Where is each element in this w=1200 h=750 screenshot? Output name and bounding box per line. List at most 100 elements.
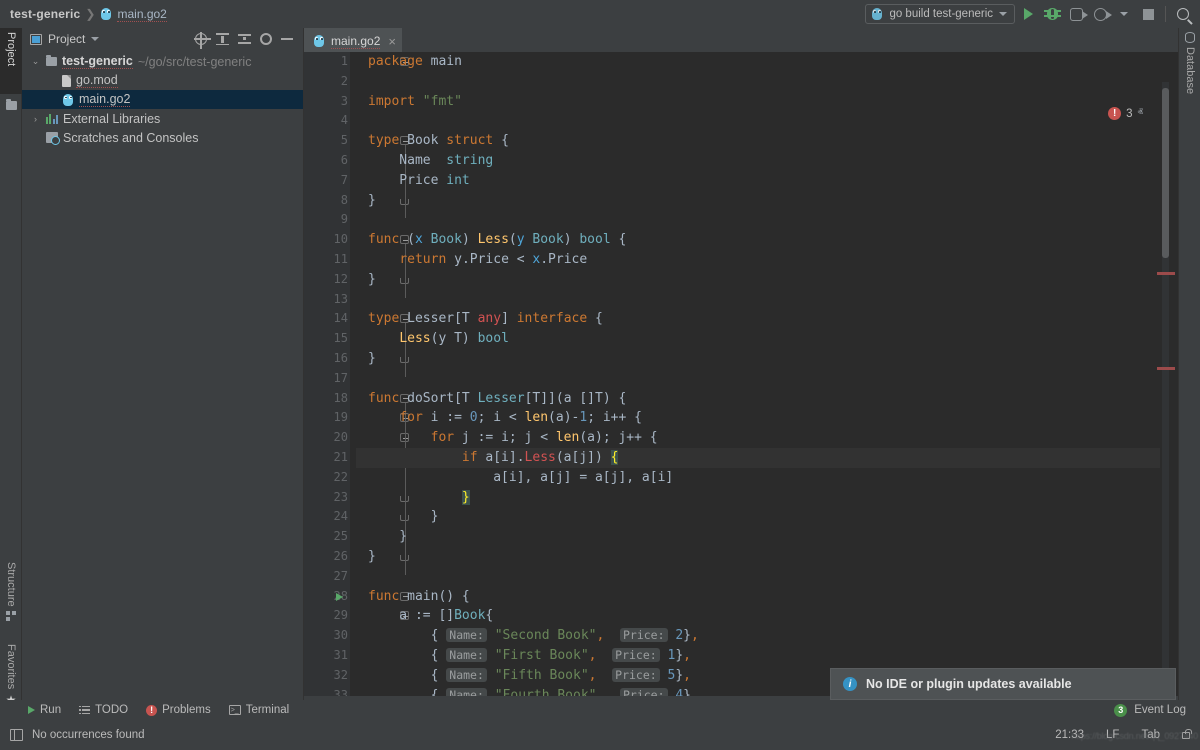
bottom-tool-strip: Run TODO ! Problems >_ Terminal 3 Event … (0, 700, 1200, 720)
hide-panel-icon[interactable] (281, 38, 293, 40)
code-line[interactable]: { Name: "Second Book", Price: 2}, (356, 626, 1160, 646)
stop-icon (1143, 9, 1154, 20)
line-number: 28 (304, 587, 356, 607)
project-folder-icon-tab[interactable] (0, 94, 22, 116)
folder-icon (46, 57, 57, 66)
code-token: a[i]. (478, 450, 525, 465)
editor-scrollbar-thumb[interactable] (1162, 88, 1169, 258)
tree-item-main-go2[interactable]: main.go2 (22, 90, 303, 109)
gear-icon[interactable] (260, 33, 272, 45)
code-line[interactable]: { Name: "First Book", Price: 1}, (356, 646, 1160, 666)
code-token (368, 331, 399, 346)
prev-error-icon[interactable]: ⱏ (1138, 107, 1143, 120)
code-line[interactable]: for j := i; j < len(a); j++ { (356, 428, 1160, 448)
code-line[interactable]: } (356, 507, 1160, 527)
code-token: bool (579, 232, 610, 247)
code-line[interactable]: } (356, 488, 1160, 508)
code-line[interactable]: for i := 0; i < len(a)-1; i++ { (356, 408, 1160, 428)
tree-item-go-mod[interactable]: go.mod (22, 71, 303, 90)
tool-window-todo[interactable]: TODO (79, 704, 128, 716)
tool-window-problems[interactable]: ! Problems (146, 704, 211, 716)
run-configuration-label: go build test-generic (889, 8, 993, 20)
tree-expand-arrow-icon[interactable]: › (30, 114, 41, 124)
tree-item-label: Scratches and Consoles (63, 131, 199, 145)
run-with-coverage-button[interactable] (1065, 3, 1087, 25)
code-line[interactable] (356, 290, 1160, 310)
sidebar-tab-structure-label: Structure (5, 562, 17, 607)
tool-window-run[interactable]: Run (28, 704, 61, 716)
chevron-down-icon[interactable] (91, 37, 99, 41)
code-line[interactable]: } (356, 547, 1160, 567)
code-line[interactable]: return y.Price < x.Price (356, 250, 1160, 270)
code-line[interactable]: func doSort[T Lesser[T]](a []T) { (356, 389, 1160, 409)
inspection-widget[interactable]: ! 3 ⱏ ⱟ (1108, 107, 1148, 120)
code-line[interactable]: } (356, 270, 1160, 290)
code-viewport: 1 2 3 4 5 6 7 8 9 10 11 12 13 14 15 16 17 18 19 20 21 22 23 24 2… (304, 52, 1178, 718)
sidebar-tab-project[interactable]: Project (0, 28, 22, 94)
code-token: { (368, 648, 446, 663)
code-line[interactable]: a[i], a[j] = a[j], a[i] (356, 468, 1160, 488)
code-token: i := (423, 410, 470, 425)
error-stripe-marker[interactable] (1157, 367, 1175, 370)
tree-expand-arrow-icon[interactable]: ⌄ (30, 56, 41, 67)
tool-window-terminal[interactable]: >_ Terminal (229, 704, 289, 716)
code-line[interactable]: } (356, 191, 1160, 211)
code-line[interactable]: import "fmt" (356, 92, 1160, 112)
code-line[interactable] (356, 72, 1160, 92)
run-button[interactable] (1017, 3, 1039, 25)
code-line[interactable]: a := []Book{ (356, 606, 1160, 626)
code-line[interactable] (356, 111, 1160, 131)
code-line[interactable]: } (356, 349, 1160, 369)
code-token: main() { (407, 589, 470, 604)
tree-item-scratches-and-consoles[interactable]: Scratches and Consoles (22, 128, 303, 147)
search-everywhere-button[interactable] (1172, 3, 1194, 25)
select-opened-file-icon[interactable] (195, 33, 207, 45)
stop-button[interactable] (1137, 3, 1159, 25)
code-token: len (556, 430, 579, 445)
code-line[interactable] (356, 567, 1160, 587)
sidebar-tab-database[interactable]: Database (1179, 28, 1200, 108)
error-count: 3 (1126, 108, 1132, 120)
code-line[interactable]: type Book struct { (356, 131, 1160, 151)
collapse-all-icon[interactable] (238, 33, 251, 45)
gutter-run-icon[interactable] (336, 593, 343, 601)
notification-text: No IDE or plugin updates available (866, 677, 1072, 691)
code-line[interactable]: Name string (356, 151, 1160, 171)
code-line[interactable]: if a[i].Less(a[j]) { (356, 448, 1160, 468)
notification-balloon[interactable]: i No IDE or plugin updates available (830, 668, 1176, 700)
line-number: 14 (304, 309, 356, 329)
code-token: package (368, 54, 431, 69)
error-stripe-marker[interactable] (1157, 272, 1175, 275)
line-number: 30 (304, 626, 356, 646)
breadcrumb-file[interactable]: main.go2 (117, 7, 166, 22)
code-token (368, 252, 399, 267)
code-token: return (399, 252, 454, 267)
sidebar-tab-structure[interactable]: Structure (0, 558, 22, 640)
project-panel-toolbar (195, 33, 297, 45)
close-icon[interactable]: × (388, 34, 396, 49)
line-number: 20 (304, 428, 356, 448)
editor-tab-main-go2[interactable]: main.go2 × (304, 28, 402, 52)
code-line[interactable]: package main (356, 52, 1160, 72)
code-line[interactable] (356, 210, 1160, 230)
code-line[interactable]: func (x Book) Less(y Book) bool { (356, 230, 1160, 250)
code-line[interactable] (356, 369, 1160, 389)
event-log-button[interactable]: 3 Event Log (1114, 704, 1200, 717)
code-editor[interactable]: package main import "fmt" type Book stru… (356, 52, 1160, 718)
run-configuration-selector[interactable]: go build test-generic (865, 4, 1015, 24)
line-number: 32 (304, 666, 356, 686)
tree-item-test-generic[interactable]: ⌄ test-generic ~/go/src/test-generic (22, 52, 303, 71)
expand-all-icon[interactable] (216, 33, 229, 45)
project-panel-title[interactable]: Project (48, 32, 85, 46)
sidebar-tab-project-label: Project (5, 32, 17, 66)
code-line[interactable]: Price int (356, 171, 1160, 191)
code-line[interactable]: } (356, 527, 1160, 547)
code-line[interactable]: Less(y T) bool (356, 329, 1160, 349)
tree-item-external-libraries[interactable]: › External Libraries (22, 109, 303, 128)
code-line[interactable]: func main() { (356, 587, 1160, 607)
code-line[interactable]: type Lesser[T any] interface { (356, 309, 1160, 329)
profile-dropdown-button[interactable] (1113, 3, 1135, 25)
profile-button[interactable] (1089, 3, 1111, 25)
debug-button[interactable] (1041, 3, 1063, 25)
breadcrumb-project[interactable]: test-generic (10, 7, 80, 21)
